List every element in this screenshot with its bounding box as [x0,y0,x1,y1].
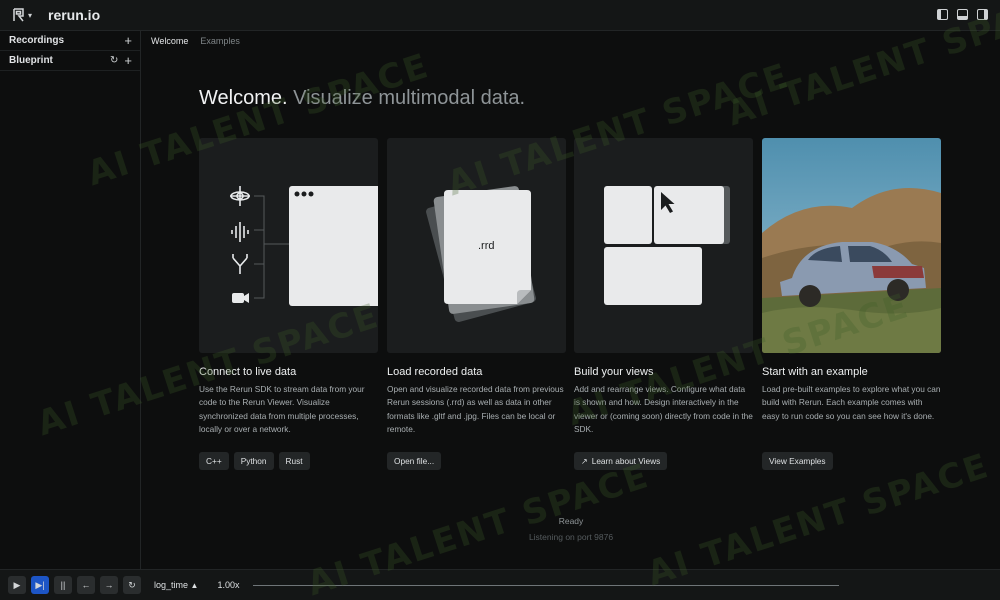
chevron-up-icon: ▲ [190,581,199,590]
left-panel: Recordings + Blueprint ↻ + [0,31,141,569]
time-panel: ▶ ▶| || ← → ↻ log_time ▲ 1.00x [0,569,1000,600]
step-back-icon[interactable]: ← [77,576,95,594]
loop-icon[interactable]: ↻ [123,576,141,594]
welcome-headline: Welcome. Visualize multimodal data. [199,87,525,110]
recorded-data-illustration: .rrd [387,138,566,353]
live-data-illustration [199,138,378,353]
headline-sub: Visualize multimodal data. [293,87,526,109]
card-description: Add and rearrange views. Configure what … [574,384,753,434]
card-description: Open and visualize recorded data from pr… [387,384,564,434]
welcome-screen: Welcome. Visualize multimodal data. Conn… [142,51,1000,569]
timeline-selector[interactable]: log_time ▲ [154,580,198,590]
pause-icon[interactable]: || [54,576,72,594]
recordings-header[interactable]: Recordings + [0,31,140,51]
panel-toggles [937,9,988,20]
card-build-views: Build your views Add and rearrange views… [574,138,753,470]
open-file-button[interactable]: Open file... [387,452,442,470]
python-button[interactable]: Python [233,452,274,470]
follow-icon[interactable]: ▶| [31,576,49,594]
headline-main: Welcome. [199,87,288,109]
card-title: Start with an example [762,366,868,378]
view-examples-row: View Examples [762,452,833,470]
top-bar: ▾ rerun.io [0,0,1000,31]
app-title: rerun.io [48,7,101,23]
card-description: Load pre-built examples to explore what … [762,384,941,421]
viewer-tabs: Welcome Examples [142,31,240,51]
playback-speed[interactable]: 1.00x [217,580,239,590]
toggle-left-panel-icon[interactable] [937,9,948,20]
chevron-down-icon: ▾ [27,10,32,20]
example-car-image [762,138,941,353]
reset-blueprint-icon[interactable]: ↻ [110,55,118,66]
blueprint-label: Blueprint [9,55,53,66]
add-recording-plus-icon[interactable]: + [124,34,132,47]
rerun-logo-icon[interactable]: ▾ [12,5,32,25]
card-title: Connect to live data [199,366,297,378]
card-example: Start with an example Load pre-built exa… [762,138,941,470]
timeline-track[interactable] [252,584,839,586]
card-recorded-data: .rrd Load recorded data Open and visuali… [387,138,566,470]
add-view-plus-icon[interactable]: + [124,54,132,67]
play-icon[interactable]: ▶ [8,576,26,594]
external-link-icon: ↗ [581,456,588,466]
learn-about-views-label: Learn about Views [591,456,661,466]
blueprint-header[interactable]: Blueprint ↻ + [0,51,140,71]
learn-about-views-button[interactable]: ↗ Learn about Views [574,452,668,470]
build-views-illustration [574,138,753,353]
card-live-data: Connect to live data Use the Rerun SDK t… [199,138,378,470]
tab-welcome[interactable]: Welcome [151,36,188,46]
card-title: Build your views [574,366,654,378]
cpp-button[interactable]: C++ [199,452,229,470]
card-title: Load recorded data [387,366,483,378]
step-forward-icon[interactable]: → [100,576,118,594]
status-ready: Ready [558,516,584,526]
toggle-bottom-panel-icon[interactable] [957,9,968,20]
open-file-row: Open file... [387,452,442,470]
sdk-buttons: C++ Python Rust [199,452,310,470]
tab-examples[interactable]: Examples [200,36,240,46]
toggle-right-panel-icon[interactable] [977,9,988,20]
rrd-file-label: .rrd [478,240,495,252]
rust-button[interactable]: Rust [278,452,310,470]
card-description: Use the Rerun SDK to stream data from yo… [199,384,365,434]
view-examples-button[interactable]: View Examples [762,452,833,470]
recordings-label: Recordings [9,35,65,46]
status-listening: Listening on port 9876 [528,532,614,542]
timeline-label: log_time [154,580,189,590]
learn-views-row: ↗ Learn about Views [574,452,668,470]
